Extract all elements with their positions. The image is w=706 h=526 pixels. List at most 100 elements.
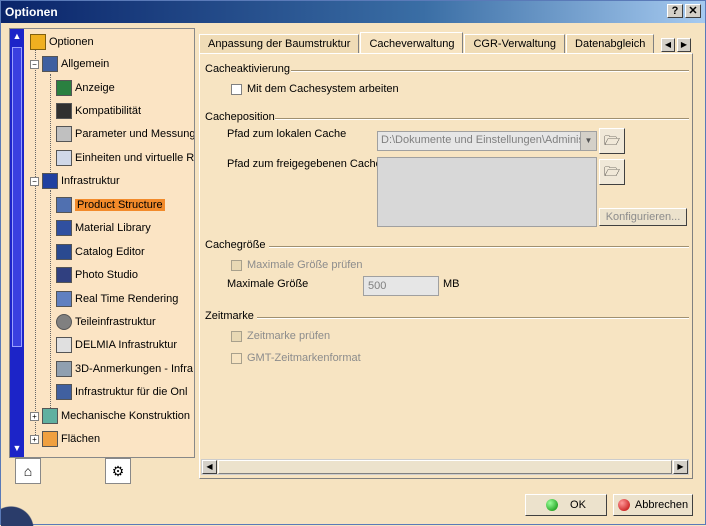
tree-item-mechanische-konstruktion[interactable]: + Mechanische Konstruktion (30, 407, 190, 425)
tree-line (50, 190, 51, 410)
tab-right-icon[interactable]: ▶ (677, 38, 691, 52)
tree-label: Infrastruktur (61, 175, 120, 187)
checkbox-box[interactable] (231, 352, 242, 364)
tree-item-anzeige[interactable]: Anzeige (56, 79, 115, 97)
tab-datenabgleich[interactable]: Datenabgleich (566, 34, 655, 54)
shared-cache-list[interactable] (377, 157, 597, 227)
options-icon (30, 34, 46, 50)
checkbox-box[interactable] (231, 83, 242, 95)
tree-item-teileinfrastruktur[interactable]: Teileinfrastruktur (56, 313, 156, 331)
tree-label: Optionen (49, 36, 94, 48)
tree-item-delmia[interactable]: DELMIA Infrastruktur (56, 336, 177, 354)
expand-icon: + (30, 434, 39, 444)
online-icon (56, 384, 72, 400)
tree-item-real-time-rendering[interactable]: Real Time Rendering (56, 290, 178, 308)
scroll-down-icon[interactable]: ▼ (10, 441, 24, 455)
max-size-label: Maximale Größe (227, 278, 309, 290)
options-window: Optionen ? ✕ ▲ ▼ Optionen − Allgemein An… (0, 0, 706, 526)
browse-shared-button[interactable]: 🗁 (599, 159, 625, 185)
ok-icon (546, 499, 559, 511)
tab-baumstruktur[interactable]: Anpassung der Baumstruktur (199, 34, 360, 54)
general-icon (42, 56, 58, 72)
tree-filter-icon[interactable]: ⚙ (105, 458, 131, 484)
timestamp-check-checkbox[interactable]: Zeitmarke prüfen (231, 330, 330, 342)
tree-item-einheiten[interactable]: Einheiten und virtuelle R (56, 149, 194, 167)
tree-item-online[interactable]: Infrastruktur für die Onl (56, 383, 188, 401)
tree-item-catalog-editor[interactable]: Catalog Editor (56, 243, 145, 261)
chevron-down-icon[interactable]: ▼ (580, 132, 596, 150)
scroll-left-icon[interactable]: ◀ (202, 460, 217, 474)
product-structure-icon (56, 197, 72, 213)
configure-button[interactable]: Konfigurieren... (599, 208, 687, 226)
tree-item-parameter[interactable]: Parameter und Messunge (56, 125, 195, 143)
checkbox-label: Mit dem Cachesystem arbeiten (247, 83, 399, 95)
tree-item-infrastruktur[interactable]: − Infrastruktur (30, 172, 120, 190)
tree-label: Catalog Editor (75, 246, 145, 258)
checkbox-box[interactable] (231, 330, 242, 342)
tree-label: Parameter und Messunge (75, 128, 195, 140)
max-size-unit: MB (443, 278, 460, 290)
ok-button[interactable]: OK (525, 494, 607, 516)
tree-label: Product Structure (75, 199, 165, 211)
local-cache-value: D:\Dokumente und Einstellungen\Administ (381, 134, 588, 146)
panel-horizontal-scrollbar[interactable]: ◀ ▶ (201, 459, 689, 475)
tree-scrollbar[interactable]: ▲ ▼ (10, 29, 24, 457)
surfaces-icon (42, 431, 58, 447)
help-button[interactable]: ? (667, 4, 683, 18)
units-icon (56, 150, 72, 166)
checkbox-box[interactable] (231, 259, 242, 271)
tab-bar: Anpassung der Baumstruktur Cacheverwaltu… (199, 32, 655, 54)
section-title: Zeitmarke (205, 310, 254, 322)
scroll-thumb[interactable] (12, 47, 22, 347)
rendering-icon (56, 291, 72, 307)
mechanical-design-icon (42, 408, 58, 424)
window-title: Optionen (5, 5, 58, 19)
catia-logo (1, 489, 51, 526)
section-title: Cachegröße (205, 239, 266, 251)
browse-local-button[interactable]: 🗁 (599, 128, 625, 154)
tree-item-flaechen[interactable]: + Flächen (30, 430, 100, 448)
tab-cgr-verwaltung[interactable]: CGR-Verwaltung (464, 34, 566, 54)
collapse-icon: − (30, 59, 39, 69)
cache-system-checkbox[interactable]: Mit dem Cachesystem arbeiten (231, 83, 399, 95)
expand-icon: + (30, 411, 39, 421)
tree-item-product-structure[interactable]: Product Structure (56, 196, 165, 214)
local-cache-label: Pfad zum lokalen Cache (227, 128, 347, 140)
tree-label: Flächen (61, 433, 101, 445)
cancel-button[interactable]: Abbrechen (613, 494, 693, 516)
tree-item-allgemein[interactable]: − Allgemein (30, 55, 109, 73)
gear-icon (56, 314, 72, 330)
display-icon (56, 80, 72, 96)
tree-label: Photo Studio (75, 269, 138, 281)
collapse-icon: − (30, 176, 39, 186)
tree-item-kompatibilitaet[interactable]: Kompatibilität (56, 102, 141, 120)
scroll-thumb[interactable] (218, 460, 672, 474)
gmt-timestamp-checkbox[interactable]: GMT-Zeitmarkenformat (231, 352, 361, 364)
tab-left-icon[interactable]: ◀ (661, 38, 675, 52)
ok-label: OK (570, 499, 586, 511)
parameters-icon (56, 126, 72, 142)
tree-root[interactable]: Optionen (30, 33, 94, 51)
scroll-right-icon[interactable]: ▶ (673, 460, 688, 474)
section-title: Cacheaktivierung (205, 63, 290, 75)
tree-item-photo-studio[interactable]: Photo Studio (56, 266, 138, 284)
close-button[interactable]: ✕ (685, 4, 701, 18)
infrastructure-icon (42, 173, 58, 189)
max-size-checkbox[interactable]: Maximale Größe prüfen (231, 259, 363, 271)
options-tree: ▲ ▼ Optionen − Allgemein Anzeige Kompati… (9, 28, 195, 458)
max-size-input[interactable]: 500 (363, 276, 439, 296)
tree-label: Einheiten und virtuelle R (75, 152, 195, 164)
scroll-up-icon[interactable]: ▲ (10, 29, 24, 43)
catalog-editor-icon (56, 244, 72, 260)
tree-item-3d-anmerkungen[interactable]: 3D-Anmerkungen - Infra (56, 360, 193, 378)
section-cacheaktivierung: Cacheaktivierung (205, 63, 290, 75)
tree-label: Anzeige (75, 82, 115, 94)
material-library-icon (56, 220, 72, 236)
checkbox-label: Zeitmarke prüfen (247, 330, 331, 342)
tab-cacheverwaltung[interactable]: Cacheverwaltung (360, 32, 464, 54)
title-bar: Optionen ? ✕ (1, 1, 705, 23)
tree-home-icon[interactable]: ⌂ (15, 458, 41, 484)
compatibility-icon (56, 103, 72, 119)
local-cache-combo[interactable]: D:\Dokumente und Einstellungen\Administ … (377, 131, 597, 151)
tree-item-material-library[interactable]: Material Library (56, 219, 151, 237)
